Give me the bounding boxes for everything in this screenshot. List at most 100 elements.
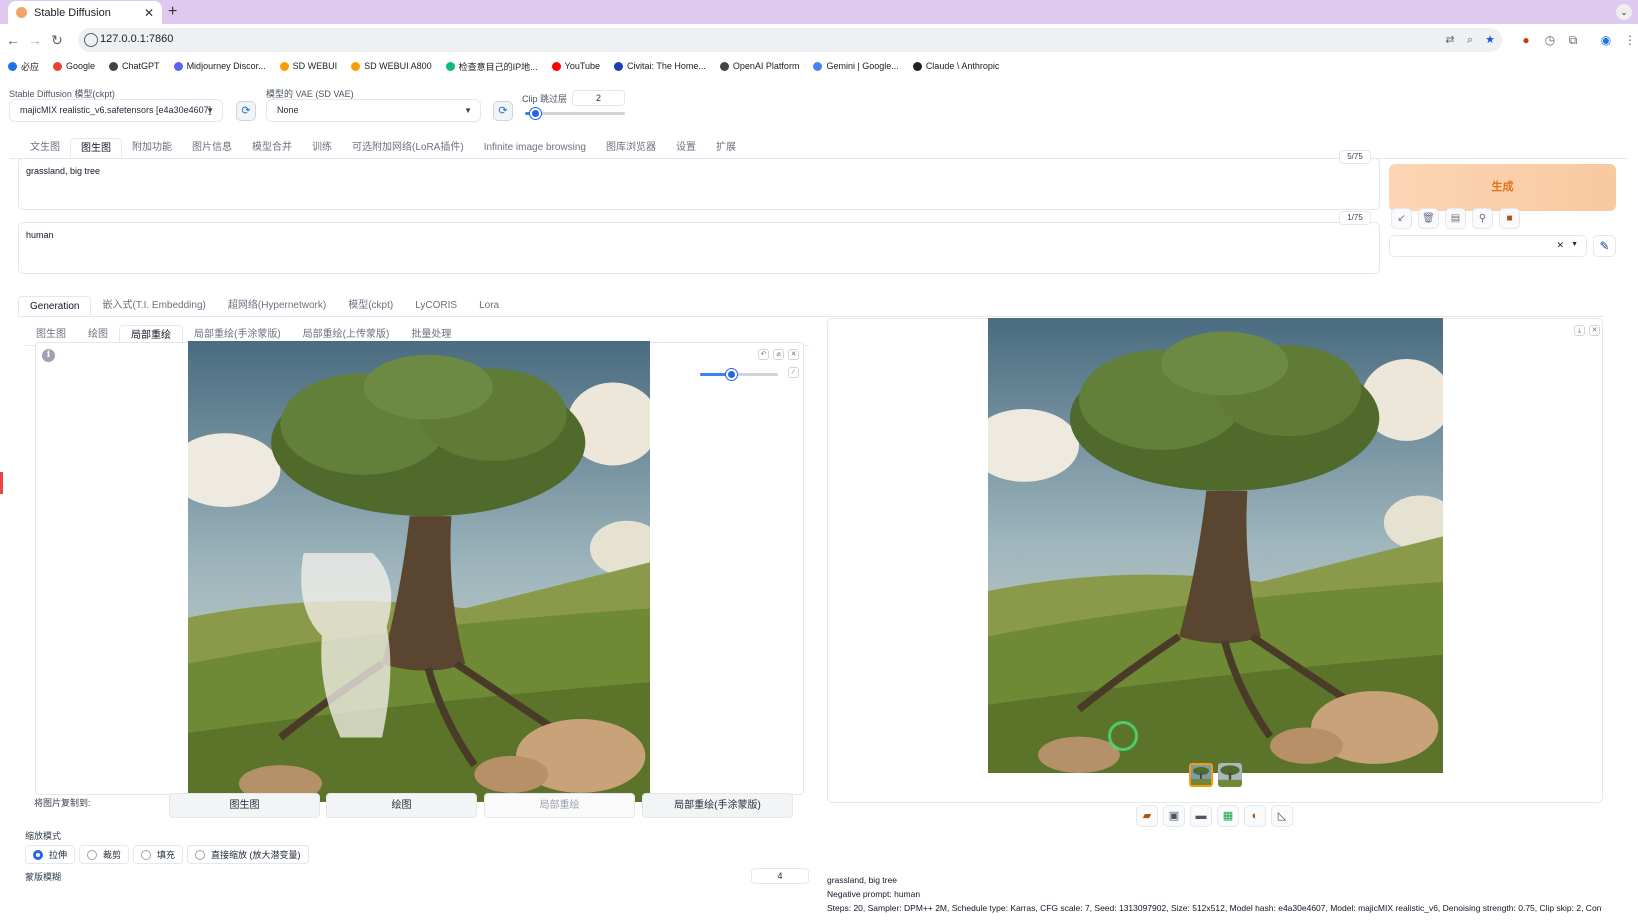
radio-button-icon[interactable] (33, 849, 43, 860)
brush-size-slider[interactable] (700, 369, 778, 380)
refresh-vae-button[interactable]: ⟳ (493, 101, 513, 121)
profile-avatar-icon[interactable]: ◉ (1598, 32, 1614, 48)
tab-search-icon[interactable]: ⌄ (1616, 4, 1632, 20)
radio-button-icon[interactable] (141, 849, 152, 860)
info-icon[interactable]: i (42, 349, 55, 362)
address-bar[interactable]: 127.0.0.1:7860 ⇄ ⌕ ★ (78, 28, 1502, 52)
package-icon[interactable]: ■ (1499, 208, 1520, 229)
site-info-icon[interactable] (84, 33, 98, 47)
resize-option-3[interactable]: 直接缩放 (放大潜变量) (187, 845, 309, 864)
generate-button[interactable]: 生成 (1389, 164, 1616, 211)
radio-button-icon[interactable] (87, 849, 98, 860)
reload-icon[interactable]: ↻ (47, 30, 67, 50)
send-to-img2img-icon[interactable]: ▦ (1217, 805, 1239, 827)
paperclip-icon[interactable]: ⚲ (1472, 208, 1493, 229)
positive-token-count: 5/75 (1339, 150, 1371, 164)
save-icon[interactable]: ▣ (1163, 805, 1185, 827)
bookmark-item[interactable]: Claude \ Anthropic (912, 61, 999, 71)
browser-menu-icon[interactable]: ⋮ (1622, 32, 1638, 48)
bookmark-favicon-icon (813, 61, 823, 71)
negative-prompt-input[interactable]: human (18, 222, 1380, 274)
bookmark-item[interactable]: 必应 (8, 60, 39, 73)
bookmark-label: ChatGPT (122, 61, 160, 71)
zip-icon[interactable]: ▬ (1190, 805, 1212, 827)
browser-tab[interactable]: Stable Diffusion ✕ (8, 1, 162, 24)
resize-option-1[interactable]: 裁剪 (79, 845, 130, 864)
main-tab-4[interactable]: 模型合并 (242, 138, 302, 158)
close-tab-icon[interactable]: ✕ (144, 6, 154, 20)
resize-option-0[interactable]: 拉伸 (25, 845, 76, 864)
inpaint-source-image[interactable] (188, 341, 650, 802)
clip-slider-thumb[interactable] (530, 108, 541, 119)
undo-icon[interactable]: ↶ (758, 349, 769, 360)
main-tab-7[interactable]: Infinite image browsing (474, 138, 596, 158)
clipboard-icon[interactable]: ▤ (1445, 208, 1466, 229)
main-tab-8[interactable]: 图库浏览器 (596, 138, 666, 158)
main-tab-1[interactable]: 图生图 (70, 138, 122, 158)
bookmark-label: 必应 (21, 61, 40, 72)
brush-slider-thumb[interactable] (726, 369, 738, 380)
copy-to-img2img-button[interactable]: 图生图 (169, 793, 320, 818)
extension-icon[interactable]: ● (1518, 32, 1534, 48)
bookmark-item[interactable]: 检查意目己的IP地... (445, 60, 538, 73)
download-icon[interactable]: ⤓ (1574, 325, 1585, 336)
network-tab-1[interactable]: 嵌入式(T.I. Embedding) (91, 296, 216, 316)
edit-styles-button[interactable]: ✎ (1593, 235, 1616, 257)
bookmark-item[interactable]: ChatGPT (109, 61, 160, 71)
network-tab-3[interactable]: 模型(ckpt) (337, 296, 404, 316)
bookmark-item[interactable]: OpenAI Platform (719, 61, 799, 71)
main-tab-6[interactable]: 可选附加网络(LoRA插件) (342, 138, 474, 158)
extensions-puzzle-icon[interactable]: ⧉ (1565, 32, 1581, 48)
clip-skip-slider[interactable] (525, 108, 625, 119)
close-icon[interactable]: ✕ (788, 349, 799, 360)
main-tab-0[interactable]: 文生图 (20, 138, 70, 158)
resize-option-2[interactable]: 填充 (133, 845, 184, 864)
refresh-ckpt-button[interactable]: ⟳ (236, 101, 256, 121)
bookmark-item[interactable]: Civitai: The Home... (614, 61, 706, 71)
main-tab-3[interactable]: 图片信息 (182, 138, 242, 158)
network-tab-0[interactable]: Generation (18, 296, 92, 316)
bookmark-item[interactable]: YouTube (551, 61, 600, 71)
bookmark-item[interactable]: SD WEBUI A800 (351, 61, 432, 71)
send-to-extras-icon[interactable]: ◺ (1271, 805, 1293, 827)
copy-to-sketch-button[interactable]: 绘图 (326, 793, 477, 818)
main-tab-5[interactable]: 训练 (302, 138, 342, 158)
translate-icon[interactable]: ⇄ (1443, 33, 1457, 47)
bookmark-item[interactable]: Google (53, 61, 95, 71)
main-tab-9[interactable]: 设置 (666, 138, 706, 158)
bookmark-star-icon[interactable]: ★ (1483, 33, 1497, 47)
vae-dropdown[interactable]: None ▼ (266, 99, 481, 122)
brush-icon[interactable]: ⁄ (788, 367, 799, 378)
mask-blur-input[interactable]: 4 (751, 868, 809, 884)
new-tab-icon[interactable]: + (168, 3, 177, 21)
clear-icon[interactable]: ✕ (1556, 240, 1564, 251)
output-image[interactable] (988, 318, 1443, 773)
gallery-thumbnail-2[interactable] (1218, 763, 1242, 787)
open-folder-icon[interactable]: ▰ (1136, 805, 1158, 827)
zoom-icon[interactable]: ⌕ (1463, 33, 1477, 47)
back-icon[interactable]: ← (3, 30, 23, 50)
positive-prompt-input[interactable]: grassland, big tree (18, 158, 1380, 210)
trash-icon[interactable]: 🗑 (1418, 208, 1439, 229)
bookmark-item[interactable]: Midjourney Discor... (173, 61, 266, 71)
network-tab-5[interactable]: Lora (468, 296, 510, 316)
gallery-thumbnail-1[interactable] (1189, 763, 1213, 787)
history-icon[interactable]: ◷ (1542, 32, 1558, 48)
clip-skip-input[interactable]: 2 (572, 90, 625, 106)
main-tab-10[interactable]: 扩展 (706, 138, 746, 158)
network-tab-2[interactable]: 超网络(Hypernetwork) (217, 296, 337, 316)
close-icon[interactable]: ✕ (1589, 325, 1600, 336)
arrow-in-icon[interactable]: ↙ (1391, 208, 1412, 229)
styles-select[interactable]: ✕ ▼ (1389, 235, 1587, 257)
send-to-inpaint-icon[interactable]: ◐ (1244, 805, 1266, 827)
ckpt-dropdown[interactable]: majicMIX realistic_v6.safetensors [e4a30… (9, 99, 223, 122)
network-tab-4[interactable]: LyCORIS (404, 296, 468, 316)
clear-canvas-icon[interactable]: ⌀ (773, 349, 784, 360)
bookmark-item[interactable]: SD WEBUI (279, 61, 337, 71)
bookmark-item[interactable]: Gemini | Google... (813, 61, 899, 71)
copy-to-inpaint-sketch-button[interactable]: 局部重绘(手涂蒙版) (642, 793, 793, 818)
copy-to-inpaint-button[interactable]: 局部重绘 (484, 793, 635, 818)
main-tab-2[interactable]: 附加功能 (122, 138, 182, 158)
radio-button-icon[interactable] (195, 849, 206, 860)
forward-icon[interactable]: → (25, 30, 45, 50)
